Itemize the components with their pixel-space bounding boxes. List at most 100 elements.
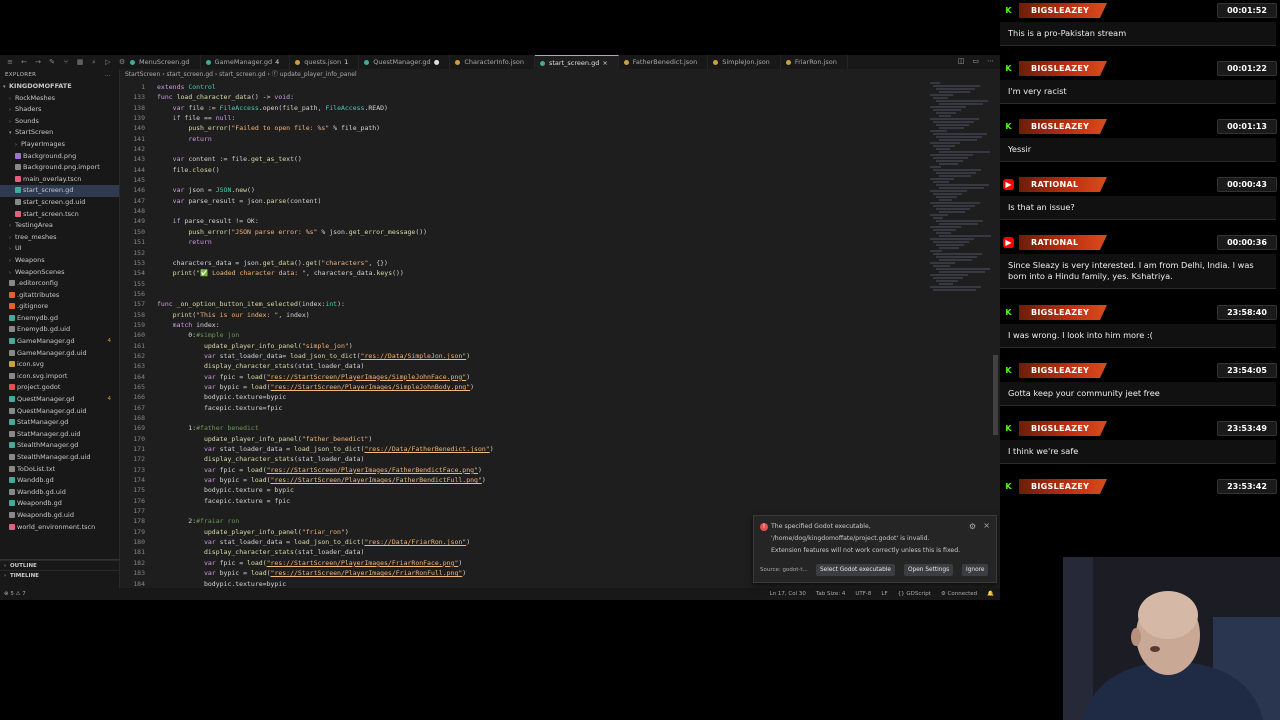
- code-line[interactable]: 149 if parse_result != OK:: [120, 216, 930, 226]
- status-item[interactable]: LF: [881, 588, 887, 600]
- tree-file[interactable]: icon.svg.import: [0, 371, 119, 383]
- outline-section[interactable]: › OUTLINE: [0, 560, 120, 570]
- tab-simplejon-json[interactable]: SimpleJon.json: [708, 55, 781, 69]
- tree-file[interactable]: Enemydb.gd: [0, 313, 119, 325]
- code-line[interactable]: 160 0:#simple jon: [120, 330, 930, 340]
- code-line[interactable]: 141 return: [120, 134, 930, 144]
- tree-file[interactable]: start_screen.tscn: [0, 209, 119, 221]
- tree-folder[interactable]: › UI: [0, 243, 119, 255]
- code-line[interactable]: 164 var fpic = load("res://StartScreen/P…: [120, 372, 930, 382]
- tree-folder[interactable]: › Shaders: [0, 104, 119, 116]
- tree-file[interactable]: Enemydb.gd.uid: [0, 324, 119, 336]
- code-line[interactable]: 175 bodypic.texture = bypic: [120, 485, 930, 495]
- close-icon[interactable]: ×: [983, 521, 990, 530]
- code-line[interactable]: 162 var stat_loader_data= load_json_to_d…: [120, 351, 930, 361]
- menu-icon[interactable]: ≡: [6, 58, 14, 66]
- tree-folder[interactable]: › PlayerImages: [0, 139, 119, 151]
- status-item[interactable]: {} GDScript: [898, 588, 931, 600]
- code-line[interactable]: 148: [120, 206, 930, 216]
- code-area[interactable]: 1 extends Control 133 func load_character_d…: [120, 82, 930, 588]
- forward-icon[interactable]: →: [34, 58, 42, 66]
- code-line[interactable]: 171 var stat_loader_data = load_json_to_…: [120, 444, 930, 454]
- back-icon[interactable]: ←: [20, 58, 28, 66]
- layout-icon[interactable]: ▭: [972, 57, 979, 65]
- code-line[interactable]: 157 func _on_option_button_item_selected(…: [120, 299, 930, 309]
- status-item[interactable]: 🔔: [987, 588, 994, 600]
- code-line[interactable]: 173 var fpic = load("res://StartScreen/P…: [120, 465, 930, 475]
- tree-file[interactable]: StealthManager.gd.uid: [0, 452, 119, 464]
- code-line[interactable]: 1 extends Control: [120, 82, 930, 92]
- tab-quests-json[interactable]: quests.json 1: [290, 55, 360, 69]
- tree-file[interactable]: .editorconfig: [0, 278, 119, 290]
- tree-file[interactable]: start_screen.gd: [0, 185, 119, 197]
- tab-gamemanager-gd[interactable]: GameManager.gd 4: [201, 55, 291, 69]
- code-line[interactable]: 147 var parse_result = json.parse(conten…: [120, 196, 930, 206]
- code-line[interactable]: 156: [120, 289, 930, 299]
- code-line[interactable]: 155: [120, 279, 930, 289]
- tree-file[interactable]: Weapondb.gd.uid: [0, 510, 119, 522]
- explorer-more-icon[interactable]: ...: [105, 69, 111, 81]
- tab-menuscreen-gd[interactable]: MenuScreen.gd: [125, 55, 201, 69]
- tree-folder[interactable]: ▾ KINGDOMOFFATE: [0, 81, 119, 93]
- tree-folder[interactable]: ▾ StartScreen: [0, 127, 119, 139]
- code-line[interactable]: 172 display_character_stats(stat_loader_…: [120, 454, 930, 464]
- status-item[interactable]: Tab Size: 4: [816, 588, 845, 600]
- tree-file[interactable]: main_overlay.tscn: [0, 174, 119, 186]
- tree-file[interactable]: icon.svg: [0, 359, 119, 371]
- code-line[interactable]: 174 var bypic = load("res://StartScreen/…: [120, 475, 930, 485]
- code-line[interactable]: 176 facepic.texture = fpic: [120, 496, 930, 506]
- notification-settings-icon[interactable]: ⚙: [969, 522, 976, 531]
- tree-folder[interactable]: › Sounds: [0, 116, 119, 128]
- git-icon[interactable]: ⑂: [62, 58, 70, 66]
- code-line[interactable]: 145: [120, 175, 930, 185]
- code-line[interactable]: 146 var json = JSON.new(): [120, 185, 930, 195]
- code-line[interactable]: 150 push_error("JSON parse error: %s" % …: [120, 227, 930, 237]
- extensions-icon[interactable]: ▦: [76, 58, 84, 66]
- code-line[interactable]: 170 update_player_info_panel("father_ben…: [120, 434, 930, 444]
- code-line[interactable]: 163 display_character_stats(stat_loader_…: [120, 361, 930, 371]
- tab-characterinfo-json[interactable]: CharacterInfo.json: [450, 55, 535, 69]
- status-item[interactable]: UTF-8: [855, 588, 871, 600]
- search-icon[interactable]: ⌕: [90, 58, 98, 66]
- code-line[interactable]: 154 print("✅ Loaded character data: ", c…: [120, 268, 930, 278]
- status-item[interactable]: ⚙ Connected: [941, 588, 977, 600]
- run-icon[interactable]: ▷: [104, 58, 112, 66]
- open-settings-button[interactable]: Open Settings: [904, 564, 954, 576]
- tree-file[interactable]: StealthManager.gd: [0, 440, 119, 452]
- tab-fatherbenedict-json[interactable]: FatherBenedict.json: [619, 55, 709, 69]
- tree-file[interactable]: start_screen.gd.uid: [0, 197, 119, 209]
- more-icon[interactable]: ⋯: [987, 57, 994, 65]
- tree-folder[interactable]: › tree_meshes: [0, 232, 119, 244]
- code-line[interactable]: 166 bodypic.texture=bypic: [120, 392, 930, 402]
- tree-folder[interactable]: › Weapons: [0, 255, 119, 267]
- tree-file[interactable]: StatManager.gd: [0, 417, 119, 429]
- code-line[interactable]: 151 return: [120, 237, 930, 247]
- tree-file[interactable]: ToDoList.txt: [0, 464, 119, 476]
- code-line[interactable]: 139 if file == null:: [120, 113, 930, 123]
- tab-friarron-json[interactable]: FriarRon.json: [781, 55, 848, 69]
- code-line[interactable]: 153 characters_data = json.get_data().ge…: [120, 258, 930, 268]
- tree-file[interactable]: Wanddb.gd: [0, 475, 119, 487]
- tab-start-screen-gd[interactable]: start_screen.gd ×: [535, 55, 619, 69]
- select-godot-executable-button[interactable]: Select Godot executable: [816, 564, 895, 576]
- tree-file[interactable]: .gitignore: [0, 301, 119, 313]
- tree-folder[interactable]: › WeaponScenes: [0, 267, 119, 279]
- tree-file[interactable]: .gitattributes: [0, 290, 119, 302]
- minimap[interactable]: [930, 82, 991, 382]
- code-line[interactable]: 133 func load_character_data() -> void:: [120, 92, 930, 102]
- tab-questmanager-gd[interactable]: QuestManager.gd ●: [359, 55, 451, 69]
- split-editor-icon[interactable]: ◫: [958, 57, 965, 65]
- tree-file[interactable]: GameManager.gd.uid: [0, 348, 119, 360]
- code-line[interactable]: 138 var file := FileAccess.open(file_pat…: [120, 103, 930, 113]
- problems-indicator[interactable]: ⊗ 5 ⚠ 7: [4, 588, 26, 600]
- code-line[interactable]: 165 var bypic = load("res://StartScreen/…: [120, 382, 930, 392]
- code-line[interactable]: 158 print("This is our index: ", index): [120, 310, 930, 320]
- tree-file[interactable]: world_environment.tscn: [0, 522, 119, 534]
- vertical-scrollbar[interactable]: [993, 355, 998, 435]
- code-line[interactable]: 144 file.close(): [120, 165, 930, 175]
- tree-folder[interactable]: › TestingArea: [0, 220, 119, 232]
- tree-folder[interactable]: › RockMeshes: [0, 93, 119, 105]
- tree-file[interactable]: QuestManager.gd.uid: [0, 406, 119, 418]
- close-tab-icon[interactable]: ×: [602, 59, 607, 67]
- tree-file[interactable]: Weapondb.gd: [0, 498, 119, 510]
